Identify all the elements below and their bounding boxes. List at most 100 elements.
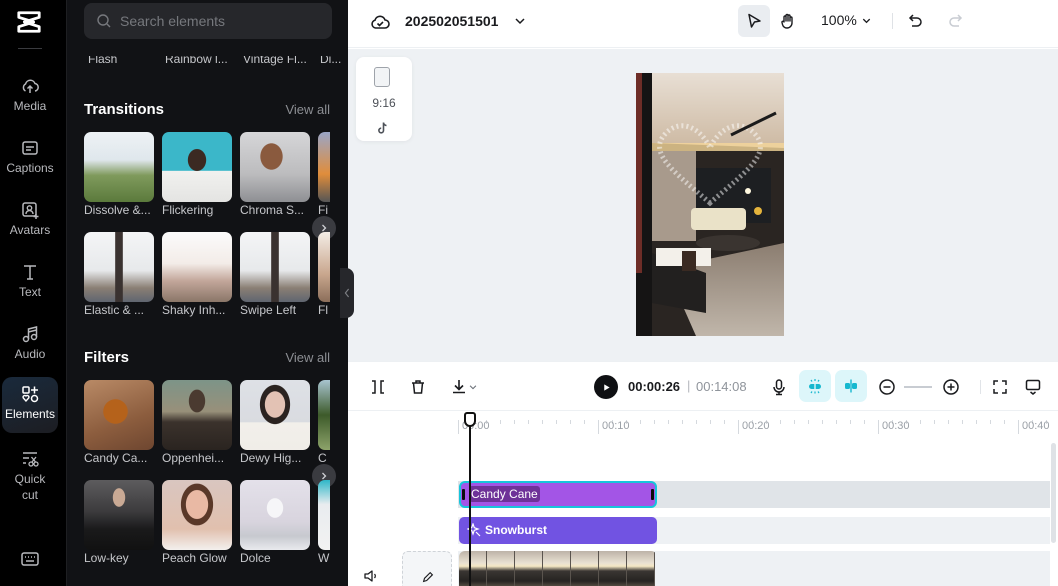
timeline[interactable]: 00:00 00:10 00:20 00:30 00:40 Candy Cane Sno… — [348, 411, 1058, 586]
thumb-label: Flickering — [162, 203, 214, 217]
quick-cut-icon — [23, 452, 39, 467]
linkage-toggle[interactable] — [835, 370, 867, 402]
filter-thumb-dewy[interactable] — [240, 380, 310, 450]
filmstrip-frame — [627, 551, 655, 586]
tiktok-icon — [378, 122, 387, 134]
filter-thumb-dolce[interactable] — [240, 480, 310, 550]
select-tool-button[interactable] — [738, 5, 770, 37]
nav-item-media[interactable]: Media — [2, 76, 58, 114]
ruler-minor-tick — [836, 420, 837, 424]
cloud-saved-icon[interactable] — [370, 12, 390, 32]
filter-thumb-partial[interactable] — [318, 380, 330, 450]
filter-thumb-oppenheimer[interactable] — [162, 380, 232, 450]
filter-thumb-candy-cane[interactable] — [84, 380, 154, 450]
thumb-label: Oppenhei... — [162, 451, 225, 465]
nav-label: Captions — [6, 161, 54, 175]
ruler-major-tick — [598, 420, 599, 434]
transitions-view-all-link[interactable]: View all — [285, 102, 330, 117]
keyboard-shortcuts-icon[interactable] — [20, 549, 40, 569]
play-button[interactable] — [594, 375, 618, 399]
video-preview[interactable] — [636, 73, 784, 336]
ruler-minor-tick — [780, 420, 781, 424]
ruler-label: 00:10 — [602, 420, 630, 432]
effect-clip-snowburst[interactable]: Snowburst — [459, 517, 657, 544]
transition-thumb-partial[interactable] — [318, 232, 330, 302]
filter-thumb-partial[interactable] — [318, 480, 330, 550]
zoom-level-value: 100% — [821, 12, 857, 28]
magnet-snap-icon — [809, 379, 821, 394]
transition-thumb-chroma[interactable] — [240, 132, 310, 202]
ruler-minor-tick — [668, 420, 669, 424]
video-editor-app: Media Captions Avatars Text Audio Elemen… — [0, 0, 1058, 586]
timeline-zoom-slider[interactable] — [904, 386, 932, 388]
transition-thumb-shaky[interactable] — [162, 232, 232, 302]
filmstrip-frame — [515, 551, 543, 586]
nav-item-text[interactable]: Text — [2, 262, 58, 300]
project-name[interactable]: 202502051501 — [405, 13, 498, 29]
total-duration: 00:14:08 — [696, 379, 747, 394]
download-dropdown[interactable] — [446, 376, 482, 398]
nav-item-audio[interactable]: Audio — [2, 324, 58, 362]
nav-label: Avatars — [9, 223, 51, 237]
thumb-label: Dolce — [240, 551, 271, 565]
thumb-label: C — [318, 451, 327, 465]
trash-icon — [412, 380, 424, 394]
aspect-ratio-card[interactable]: 9:16 — [356, 57, 412, 141]
playhead-handle[interactable] — [464, 412, 476, 427]
zoom-out-icon — [879, 379, 895, 395]
nav-item-quick-cut[interactable]: Quick cut — [2, 449, 58, 503]
filter-clip-candy-cane[interactable]: Candy Cane — [459, 481, 657, 508]
nav-item-captions[interactable]: Captions — [2, 138, 58, 176]
filters-view-all-link[interactable]: View all — [285, 350, 330, 365]
clip-trim-handle-right[interactable] — [651, 489, 654, 500]
delete-button[interactable] — [407, 376, 429, 398]
capcut-logo-icon[interactable] — [14, 8, 44, 36]
transition-thumb-partial[interactable] — [318, 132, 330, 202]
current-time: 00:00:26 — [628, 379, 681, 394]
preview-frame-image — [636, 73, 784, 336]
music-note-icon — [22, 326, 38, 343]
hand-tool-button[interactable] — [772, 5, 804, 37]
search-box[interactable] — [84, 3, 332, 39]
ruler-minor-tick — [962, 420, 963, 424]
redo-button[interactable] — [939, 5, 971, 37]
auto-snap-toggle[interactable] — [799, 370, 831, 402]
record-voiceover-button[interactable] — [768, 376, 790, 398]
filter-thumb-low-key[interactable] — [84, 480, 154, 550]
fit-timeline-button[interactable] — [989, 376, 1011, 398]
split-button[interactable] — [367, 376, 389, 398]
search-input[interactable] — [120, 13, 320, 29]
filter-thumb-peach-glow[interactable] — [162, 480, 232, 550]
preview-screen-button[interactable] — [1022, 376, 1044, 398]
undo-button[interactable] — [900, 5, 932, 37]
transition-thumb-flickering[interactable] — [162, 132, 232, 202]
ruler-minor-tick — [528, 420, 529, 424]
timeline-vertical-scrollbar[interactable] — [1051, 443, 1056, 543]
nav-item-avatars[interactable]: Avatars — [2, 200, 58, 238]
thumb-label: Di... — [320, 56, 342, 66]
collapse-panel-handle[interactable] — [340, 268, 354, 318]
chevron-down-icon[interactable] — [513, 14, 527, 28]
ruler-minor-tick — [570, 420, 571, 424]
timeline-toolbar: 00:00:26 | 00:14:08 — [348, 361, 1058, 411]
rail-divider — [18, 48, 42, 49]
zoom-in-button[interactable] — [940, 376, 962, 398]
filmstrip-frame — [543, 551, 571, 586]
transition-thumb-dissolve[interactable] — [84, 132, 154, 202]
playhead-line[interactable] — [469, 423, 471, 586]
thumb-label: Swipe Left — [240, 303, 297, 317]
chevron-down-icon — [862, 18, 870, 23]
transition-thumb-elastic[interactable] — [84, 232, 154, 302]
split-align-icon — [845, 379, 857, 393]
clip-trim-handle-left[interactable] — [462, 489, 465, 500]
edit-cover-button[interactable] — [402, 551, 452, 586]
ruler-minor-tick — [822, 420, 823, 424]
zoom-out-button[interactable] — [876, 376, 898, 398]
ruler-minor-tick — [584, 420, 585, 424]
transition-thumb-swipe-left[interactable] — [240, 232, 310, 302]
thumb-label: Low-key — [84, 551, 129, 565]
video-clip[interactable] — [459, 551, 657, 586]
track-volume-button[interactable] — [363, 568, 379, 584]
zoom-level-dropdown[interactable]: 100% — [821, 12, 872, 28]
nav-item-elements[interactable]: Elements — [2, 377, 58, 433]
